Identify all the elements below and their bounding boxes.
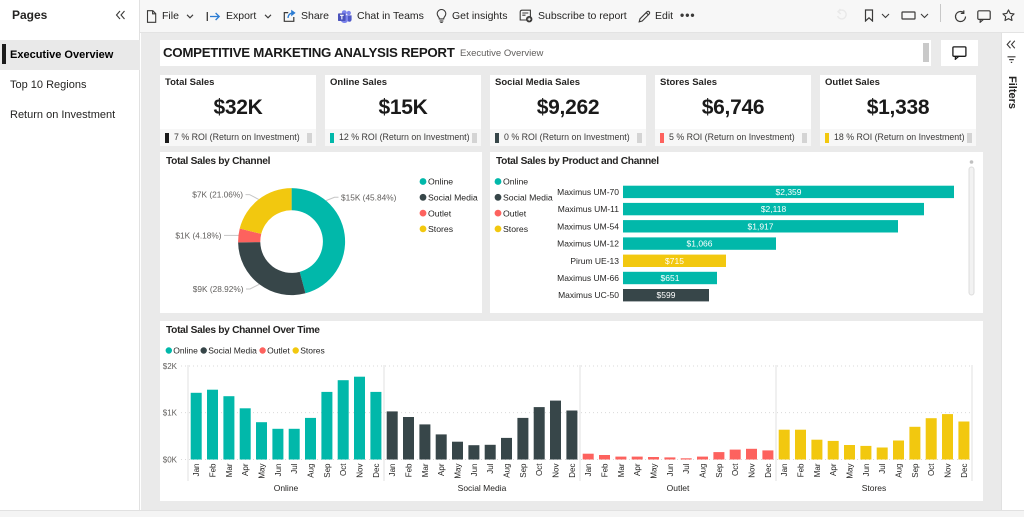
- svg-text:$7K (21.06%): $7K (21.06%): [192, 190, 243, 200]
- svg-text:Nov: Nov: [748, 464, 757, 478]
- svg-text:Stores: Stores: [503, 224, 529, 234]
- svg-text:Feb: Feb: [797, 463, 806, 477]
- svg-text:$1K (4.18%): $1K (4.18%): [175, 230, 221, 240]
- svg-text:Sep: Sep: [519, 463, 528, 478]
- svg-text:Maximus UM-70: Maximus UM-70: [557, 187, 619, 197]
- svg-text:Jun: Jun: [666, 464, 675, 477]
- svg-text:$0K: $0K: [163, 455, 178, 464]
- svg-text:Social Media: Social Media: [428, 193, 478, 203]
- svg-text:Dec: Dec: [372, 464, 381, 478]
- svg-text:Mar: Mar: [813, 463, 822, 477]
- svg-text:Aug: Aug: [503, 464, 512, 478]
- svg-text:Stores: Stores: [300, 346, 325, 356]
- svg-text:Maximus UM-11: Maximus UM-11: [558, 204, 620, 214]
- svg-text:$2K: $2K: [163, 362, 178, 371]
- svg-text:Dec: Dec: [764, 464, 773, 478]
- svg-text:Jul: Jul: [486, 463, 495, 473]
- svg-text:Maximus UM-66: Maximus UM-66: [557, 273, 619, 283]
- svg-text:Pirum UE-13: Pirum UE-13: [570, 256, 619, 266]
- svg-text:Jan: Jan: [192, 464, 201, 477]
- svg-text:May: May: [258, 464, 267, 479]
- svg-text:Jan: Jan: [780, 464, 789, 477]
- svg-text:Online: Online: [173, 346, 198, 356]
- svg-text:Social Media: Social Media: [503, 193, 553, 203]
- svg-text:Aug: Aug: [895, 464, 904, 478]
- svg-text:Jan: Jan: [388, 464, 397, 477]
- svg-text:Nov: Nov: [356, 464, 365, 478]
- svg-text:$651: $651: [661, 273, 680, 283]
- svg-text:May: May: [846, 464, 855, 479]
- svg-text:Mar: Mar: [225, 463, 234, 477]
- svg-text:Apr: Apr: [829, 463, 838, 476]
- svg-text:Nov: Nov: [944, 464, 953, 478]
- svg-text:Jul: Jul: [682, 463, 691, 473]
- svg-text:Aug: Aug: [307, 464, 316, 478]
- svg-text:Jun: Jun: [862, 464, 871, 477]
- svg-text:Dec: Dec: [568, 464, 577, 478]
- svg-text:Oct: Oct: [927, 463, 936, 476]
- svg-text:Oct: Oct: [535, 463, 544, 476]
- svg-text:Sep: Sep: [323, 463, 332, 478]
- svg-text:Social Media: Social Media: [458, 483, 507, 493]
- svg-text:Apr: Apr: [437, 463, 446, 476]
- svg-text:$2,118: $2,118: [761, 204, 787, 214]
- svg-text:Feb: Feb: [405, 463, 414, 477]
- svg-text:Outlet: Outlet: [503, 208, 527, 218]
- svg-text:Stores: Stores: [428, 224, 454, 234]
- svg-text:Sep: Sep: [715, 463, 724, 478]
- svg-text:Dec: Dec: [960, 464, 969, 478]
- svg-text:$1,066: $1,066: [687, 239, 713, 249]
- svg-text:Outlet: Outlet: [428, 208, 452, 218]
- svg-text:$2,359: $2,359: [776, 187, 802, 197]
- svg-text:$15K (45.84%): $15K (45.84%): [341, 192, 397, 202]
- svg-text:Maximus UC-50: Maximus UC-50: [558, 290, 619, 300]
- svg-text:$599: $599: [657, 290, 676, 300]
- svg-text:Jun: Jun: [470, 464, 479, 477]
- svg-text:Apr: Apr: [633, 463, 642, 476]
- svg-text:Jun: Jun: [274, 464, 283, 477]
- svg-text:Sep: Sep: [911, 463, 920, 478]
- svg-text:Jul: Jul: [290, 463, 299, 473]
- svg-text:Jul: Jul: [878, 463, 887, 473]
- svg-text:Oct: Oct: [339, 463, 348, 476]
- svg-text:Oct: Oct: [731, 463, 740, 476]
- svg-text:May: May: [650, 464, 659, 479]
- svg-text:Social Media: Social Media: [208, 346, 257, 356]
- svg-text:Nov: Nov: [552, 464, 561, 478]
- svg-text:Feb: Feb: [601, 463, 610, 477]
- svg-text:Online: Online: [503, 177, 528, 187]
- svg-text:Maximus UM-54: Maximus UM-54: [557, 221, 619, 231]
- svg-text:$9K (28.92%): $9K (28.92%): [193, 284, 244, 294]
- svg-text:$1K: $1K: [163, 408, 178, 417]
- svg-text:$715: $715: [665, 256, 684, 266]
- svg-text:Outlet: Outlet: [667, 483, 690, 493]
- svg-text:Mar: Mar: [421, 463, 430, 477]
- svg-text:Online: Online: [428, 177, 453, 187]
- svg-text:Maximus UM-12: Maximus UM-12: [557, 239, 619, 249]
- svg-text:May: May: [454, 464, 463, 479]
- svg-text:Stores: Stores: [862, 483, 887, 493]
- svg-text:Feb: Feb: [209, 463, 218, 477]
- svg-text:Online: Online: [274, 483, 299, 493]
- svg-text:Aug: Aug: [699, 464, 708, 478]
- svg-text:Outlet: Outlet: [267, 346, 290, 356]
- svg-text:Apr: Apr: [241, 463, 250, 476]
- svg-text:Mar: Mar: [617, 463, 626, 477]
- svg-text:$1,917: $1,917: [748, 221, 774, 231]
- svg-text:Jan: Jan: [584, 464, 593, 477]
